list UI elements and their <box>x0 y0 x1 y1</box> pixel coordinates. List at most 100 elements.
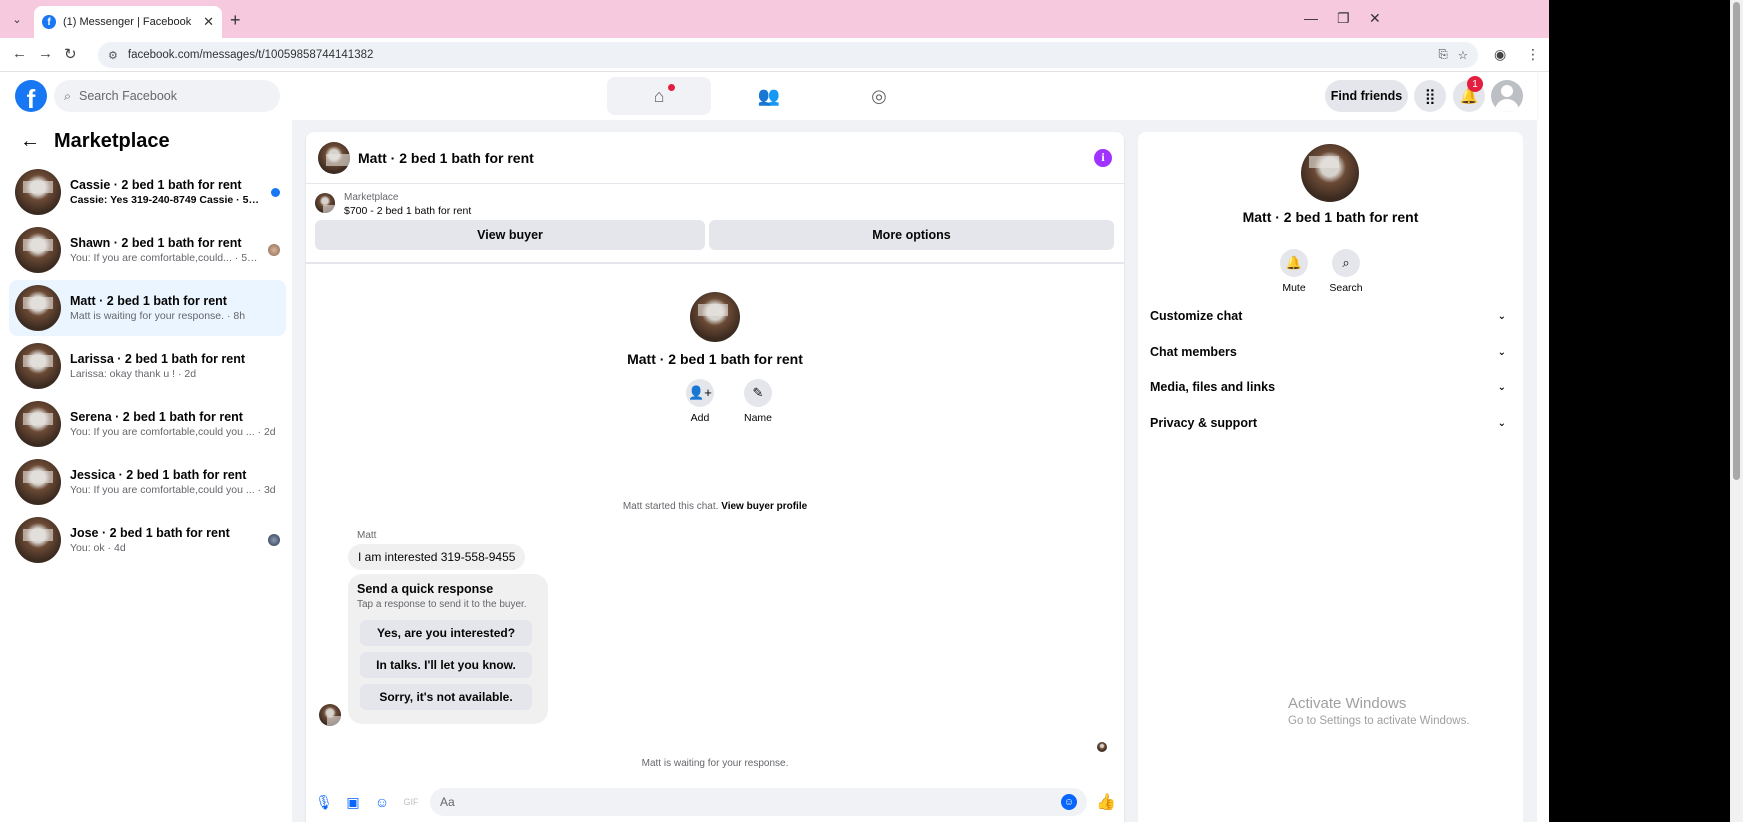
bell-icon: 🔔 <box>1280 249 1308 277</box>
search-chat-button[interactable]: ⌕ Search <box>1321 249 1371 294</box>
conversation-item[interactable]: Serena · 2 bed 1 bath for rent You: If yo… <box>9 396 286 452</box>
menu-grid-icon[interactable]: ⣿ <box>1414 80 1446 112</box>
more-options-button[interactable]: More options <box>709 220 1114 250</box>
conversation-avatar <box>15 401 61 447</box>
minimize-icon[interactable]: — <box>1304 10 1318 26</box>
conversation-preview: You: If you are comfortable,could you ..… <box>70 426 276 438</box>
conversation-item[interactable]: Jose · 2 bed 1 bath for rent You: ok · 4d <box>9 512 286 568</box>
quick-reply-button[interactable]: Sorry, it's not available. <box>360 684 532 710</box>
conversation-avatar <box>15 517 61 563</box>
chat-panel: Matt · 2 bed 1 bath for rent i Marketpla… <box>306 132 1124 822</box>
profile-icon[interactable]: ◉ <box>1494 46 1506 63</box>
conversation-item[interactable]: Jessica · 2 bed 1 bath for rent You: If y… <box>9 454 286 510</box>
photo-icon[interactable]: ▣ <box>343 792 363 812</box>
conversation-avatar <box>15 227 61 273</box>
name-label: Name <box>743 412 772 424</box>
quick-response-subtitle: Tap a response to send it to the buyer. <box>357 599 527 610</box>
gif-icon[interactable]: GIF <box>401 792 421 812</box>
facebook-logo-icon[interactable]: f <box>15 80 47 112</box>
watermark-line2: Go to Settings to activate Windows. <box>1288 715 1470 727</box>
name-chat-button[interactable]: ✎ Name <box>728 379 788 424</box>
chat-title[interactable]: Matt · 2 bed 1 bath for rent <box>358 150 1086 166</box>
close-tab-icon[interactable]: ✕ <box>203 14 214 30</box>
view-buyer-button[interactable]: View buyer <box>315 220 705 250</box>
chat-members-section[interactable]: Chat members ⌄ <box>1150 337 1510 367</box>
conversation-text: Cassie · 2 bed 1 bath for rent Cassie: Ye… <box>70 178 262 206</box>
facebook-header: f ⌕ Search Facebook ⌂ 👥 ◎ Find friends ⣿… <box>0 72 1537 120</box>
mute-button[interactable]: 🔔 Mute <box>1269 249 1319 294</box>
started-text: Matt started this chat. <box>622 501 719 512</box>
listing-thumbnail <box>315 193 335 213</box>
restore-icon[interactable]: ❐ <box>1337 10 1350 27</box>
browser-menu-icon[interactable]: ⋮ <box>1526 46 1540 63</box>
view-buyer-profile-link[interactable]: View buyer profile <box>721 501 807 512</box>
conversation-preview: You: If you are comfortable,could you ..… <box>70 484 276 496</box>
media-files-section[interactable]: Media, files and links ⌄ <box>1150 372 1510 402</box>
quick-response-title: Send a quick response <box>357 582 494 596</box>
conversation-info-icon[interactable]: i <box>1094 148 1112 167</box>
conversation-item[interactable]: Shawn · 2 bed 1 bath for rent You: If you… <box>9 222 286 278</box>
tab-strip: ⌄ f (1) Messenger | Facebook ✕ + — ❐ ✕ <box>0 0 1549 38</box>
conversation-text: Jessica · 2 bed 1 bath for rent You: If y… <box>70 468 280 496</box>
details-avatar <box>1301 144 1359 202</box>
address-bar[interactable]: ⚙ facebook.com/messages/t/10059858744141… <box>98 42 1478 68</box>
seen-receipt-avatar <box>1097 742 1107 752</box>
conversation-name: Serena · 2 bed 1 bath for rent <box>70 410 243 424</box>
account-avatar[interactable] <box>1491 80 1523 112</box>
search-input[interactable]: ⌕ Search Facebook <box>54 80 280 112</box>
quick-reply-button[interactable]: Yes, are you interested? <box>360 620 532 646</box>
scrollbar-thumb[interactable] <box>1733 2 1740 480</box>
address-toolbar: ← → ↻ ⚙ facebook.com/messages/t/10059858… <box>0 38 1549 72</box>
forward-arrow-icon[interactable]: → <box>38 45 53 62</box>
conversation-avatar <box>15 343 61 389</box>
tab-search-chevron-icon[interactable]: ⌄ <box>6 8 28 30</box>
chat-avatar[interactable] <box>318 141 350 174</box>
pencil-icon: ✎ <box>744 379 772 407</box>
conversation-preview: You: If you are comfortable,could... · 5… <box>70 252 259 264</box>
quick-reply-button[interactable]: In talks. I'll let you know. <box>360 652 532 678</box>
like-thumb-icon[interactable]: 👍 <box>1096 792 1116 812</box>
conversation-item[interactable]: Larissa · 2 bed 1 bath for rent Larissa: … <box>9 338 286 394</box>
conversation-text: Matt · 2 bed 1 bath for rent Matt is wait… <box>70 294 280 322</box>
sidebar-header: ← Marketplace <box>20 130 170 153</box>
privacy-support-section[interactable]: Privacy & support ⌄ <box>1150 408 1510 438</box>
conversation-item[interactable]: Cassie · 2 bed 1 bath for rent Cassie: Ye… <box>9 164 286 220</box>
add-person-icon: 👤+ <box>686 379 714 407</box>
install-app-icon[interactable]: ⎘ <box>1438 49 1447 62</box>
listing-banner: Marketplace $700 - 2 bed 1 bath for rent… <box>306 184 1124 264</box>
home-icon: ⌂ <box>653 85 665 106</box>
sidebar-title: Marketplace <box>54 130 170 152</box>
reload-icon[interactable]: ↻ <box>64 45 77 63</box>
browser-tab[interactable]: f (1) Messenger | Facebook ✕ <box>34 6 222 38</box>
close-window-icon[interactable]: ✕ <box>1369 10 1381 27</box>
message-bubble[interactable]: I am interested 319-558-9455 <box>348 544 526 570</box>
back-arrow-icon[interactable]: ← <box>20 130 40 153</box>
search-icon: ⌕ <box>64 88 72 103</box>
friends-icon: 👥 <box>757 85 781 106</box>
sticker-icon[interactable]: ☺ <box>372 792 392 812</box>
browser-window: ⌄ f (1) Messenger | Facebook ✕ + — ❐ ✕ ←… <box>0 0 1549 822</box>
site-settings-icon[interactable]: ⚙ <box>108 49 118 62</box>
chat-details-panel: Matt · 2 bed 1 bath for rent 🔔 Mute ⌕ Se… <box>1138 132 1523 822</box>
conversation-name: Jessica · 2 bed 1 bath for rent <box>70 468 247 482</box>
page-scrollbar[interactable] <box>1730 0 1743 822</box>
bookmark-star-icon[interactable]: ☆ <box>1458 48 1468 62</box>
new-tab-plus-icon[interactable]: + <box>230 10 241 31</box>
mute-label: Mute <box>1282 282 1306 294</box>
conversation-name: Cassie · 2 bed 1 bath for rent <box>70 178 242 192</box>
nav-groups-tab[interactable]: ◎ <box>827 77 931 115</box>
message-input[interactable]: Aa ☺ <box>430 788 1087 816</box>
nav-friends-tab[interactable]: 👥 <box>717 77 821 115</box>
tab-title: (1) Messenger | Facebook <box>63 16 192 28</box>
add-people-button[interactable]: 👤+ Add <box>670 379 730 424</box>
customize-chat-section[interactable]: Customize chat ⌄ <box>1150 301 1510 331</box>
conversation-text: Jose · 2 bed 1 bath for rent You: ok · 4d <box>70 526 259 554</box>
find-friends-button[interactable]: Find friends <box>1325 80 1408 112</box>
listing-title[interactable]: $700 - 2 bed 1 bath for rent <box>344 205 471 217</box>
back-arrow-icon[interactable]: ← <box>12 45 27 62</box>
home-notification-dot <box>668 84 675 91</box>
emoji-icon[interactable]: ☺ <box>1061 794 1077 810</box>
nav-home-tab[interactable]: ⌂ <box>607 77 711 115</box>
conversation-item[interactable]: Matt · 2 bed 1 bath for rent Matt is wait… <box>9 280 286 336</box>
microphone-icon[interactable]: 🎙 <box>314 792 334 812</box>
